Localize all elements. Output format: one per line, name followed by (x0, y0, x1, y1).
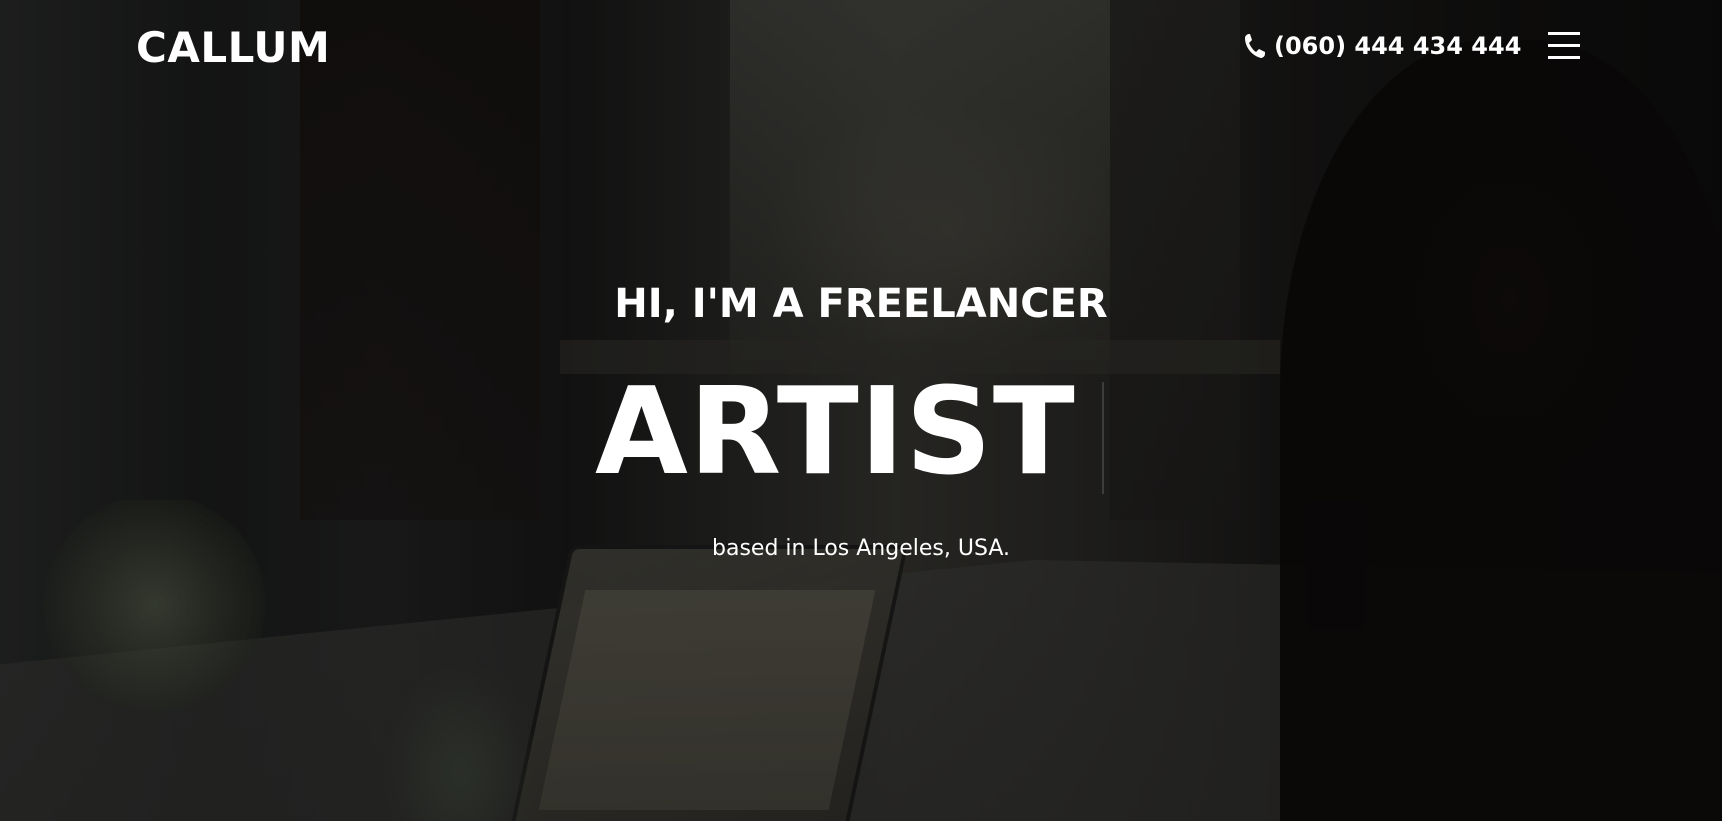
hamburger-menu-icon[interactable] (1548, 32, 1580, 60)
hero-section: CALLUM (060) 444 434 444 HI, I'M A FREEL… (0, 0, 1722, 821)
phone-number: (060) 444 434 444 (1274, 32, 1522, 60)
phone-icon (1242, 32, 1266, 60)
hero-role: ARTIST (595, 363, 1076, 502)
hamburger-bar (1548, 44, 1580, 47)
phone-link[interactable]: (060) 444 434 444 (1242, 30, 1521, 62)
hero-subtitle: HI, I'M A FREELANCER (614, 281, 1108, 327)
hero-location: based in Los Angeles, USA. (712, 536, 1010, 561)
typing-cursor (1102, 382, 1104, 494)
hamburger-bar (1548, 56, 1580, 59)
site-logo[interactable]: CALLUM (136, 22, 330, 74)
hamburger-bar (1548, 32, 1580, 35)
